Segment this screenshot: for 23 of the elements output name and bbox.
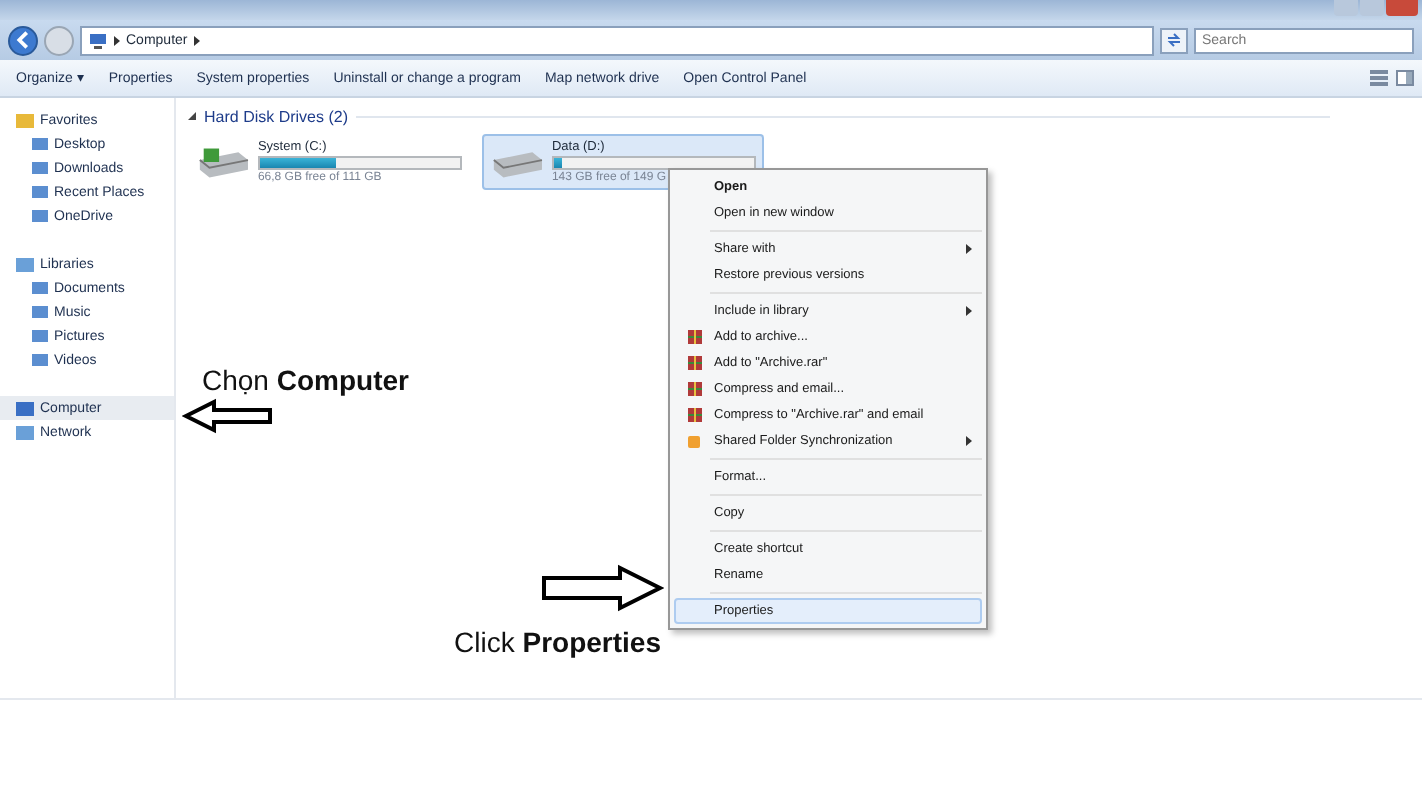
chevron-icon[interactable]: [193, 35, 200, 45]
hard-drive-icon: [196, 144, 250, 180]
chevron-icon: [114, 35, 120, 45]
right-arrow-drawing: [540, 564, 664, 612]
pane-icon[interactable]: [1396, 70, 1414, 86]
archive-icon: [687, 330, 701, 344]
sync-icon: [688, 435, 700, 447]
section-heading: Hard Disk Drives (2): [204, 107, 349, 125]
submenu-arrow-icon: [966, 306, 972, 316]
archive-icon: [687, 408, 701, 422]
archive-icon: [687, 356, 701, 370]
archive-icon: [687, 382, 701, 396]
left-arrow-drawing: [182, 398, 274, 434]
refresh-icon: [1166, 32, 1182, 48]
view-icon[interactable]: [1370, 70, 1388, 86]
computer-icon: [88, 31, 108, 49]
back-button[interactable]: [8, 25, 38, 55]
submenu-arrow-icon: [966, 436, 972, 446]
collapse-icon[interactable]: [188, 112, 196, 120]
annotation-text: Chọn Computer: [202, 364, 409, 396]
annotation-text: Click Properties: [454, 626, 661, 658]
refresh-button[interactable]: [1160, 27, 1188, 53]
submenu-arrow-icon: [966, 244, 972, 254]
